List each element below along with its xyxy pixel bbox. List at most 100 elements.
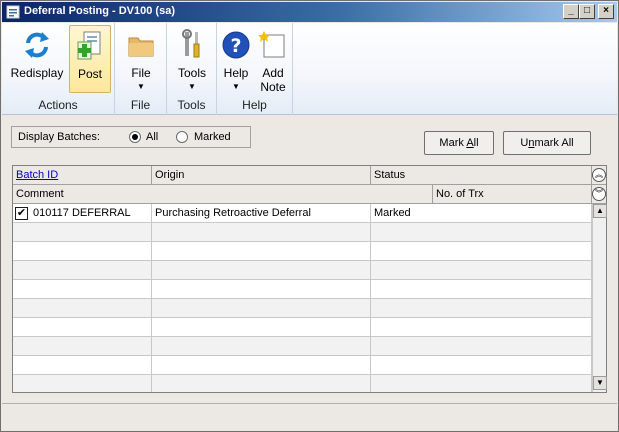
tools-menu-button[interactable]: Tools ▼ xyxy=(170,25,214,93)
batch-id-value: 010117 DEFERRAL xyxy=(33,207,131,219)
table-row-empty[interactable] xyxy=(13,337,592,356)
empty-cell xyxy=(152,261,371,280)
redisplay-button[interactable]: Redisplay xyxy=(7,25,67,93)
empty-cell xyxy=(371,242,592,261)
grid-header-row-2: Comment No. of Trx ︾ xyxy=(13,185,606,204)
scroll-up-icon[interactable]: ▲ xyxy=(593,204,607,218)
empty-cell xyxy=(152,242,371,261)
empty-cell xyxy=(371,280,592,299)
empty-cell xyxy=(152,299,371,318)
table-row-empty[interactable] xyxy=(13,223,592,242)
table-row-empty[interactable] xyxy=(13,299,592,318)
mark-all-text: Mark xyxy=(439,137,467,149)
add-note-button[interactable]: Add Note xyxy=(255,25,291,94)
ribbon-group-help: ? Help ▼ Add Note Help xyxy=(217,23,293,115)
add-note-label: Add Note xyxy=(255,66,291,94)
ribbon-group-file: File ▼ File xyxy=(115,23,167,115)
empty-cell xyxy=(13,375,152,392)
table-row-empty[interactable] xyxy=(13,356,592,375)
add-note-icon xyxy=(258,31,285,58)
window-app-icon xyxy=(6,5,20,19)
empty-cell xyxy=(152,337,371,356)
cell-status: Marked xyxy=(371,204,592,223)
grid-rows: ✔ 010117 DEFERRAL Purchasing Retroactive… xyxy=(13,204,592,392)
collapse-rows-icon[interactable]: ︽ xyxy=(592,168,606,182)
display-batches-group: Display Batches: All Marked xyxy=(11,126,251,148)
radio-marked[interactable] xyxy=(176,131,188,143)
ribbon: Redisplay Post Actions File ▼ File Tools… xyxy=(2,23,617,115)
ribbon-group-label-help: Help xyxy=(242,98,267,112)
table-row-empty[interactable] xyxy=(13,318,592,337)
expand-rows-icon[interactable]: ︾ xyxy=(592,187,606,201)
table-row-empty[interactable] xyxy=(13,280,592,299)
cell-batch-id[interactable]: ✔ 010117 DEFERRAL xyxy=(13,204,152,223)
scroll-down-icon[interactable]: ▼ xyxy=(593,376,607,390)
radio-all-label[interactable]: All xyxy=(146,131,158,143)
mark-all-button[interactable]: Mark All xyxy=(424,131,494,155)
redisplay-label: Redisplay xyxy=(10,66,64,80)
svg-text:?: ? xyxy=(230,35,241,57)
chevron-down-icon: ▼ xyxy=(137,82,145,91)
empty-cell xyxy=(371,356,592,375)
column-header-status: Status xyxy=(371,166,592,185)
file-menu-button[interactable]: File ▼ xyxy=(119,25,163,93)
ribbon-group-label-tools: Tools xyxy=(177,98,206,112)
column-header-batch-id[interactable]: Batch ID xyxy=(13,166,152,185)
tools-label: Tools xyxy=(177,66,206,80)
empty-cell xyxy=(371,375,592,392)
empty-cell xyxy=(371,223,592,242)
chevron-down-icon: ▼ xyxy=(188,82,196,91)
empty-cell xyxy=(152,356,371,375)
ribbon-group-tools: Tools ▼ Tools xyxy=(167,23,217,115)
empty-cell xyxy=(371,261,592,280)
post-label: Post xyxy=(77,67,102,81)
empty-cell xyxy=(13,242,152,261)
empty-cell xyxy=(152,375,371,392)
table-row-empty[interactable] xyxy=(13,261,592,280)
help-label: Help xyxy=(223,66,249,80)
window-title: Deferral Posting - DV100 (sa) xyxy=(24,5,175,17)
grid-vertical-scrollbar[interactable]: ▲ ▼ xyxy=(592,204,607,392)
post-button[interactable]: Post xyxy=(69,25,111,93)
deferral-posting-window: Deferral Posting - DV100 (sa) _ □ × Redi… xyxy=(0,0,619,432)
empty-cell xyxy=(13,223,152,242)
table-row[interactable]: ✔ 010117 DEFERRAL Purchasing Retroactive… xyxy=(13,204,592,223)
minimize-button[interactable]: _ xyxy=(563,4,579,19)
table-row-empty[interactable] xyxy=(13,375,592,392)
row-mark-checkbox[interactable]: ✔ xyxy=(15,207,28,220)
unmark-all-button[interactable]: Unmark All xyxy=(503,131,591,155)
unmark-all-text-end: mark All xyxy=(534,137,574,149)
close-button[interactable]: × xyxy=(598,4,614,19)
add-note-label-line2: Note xyxy=(260,80,286,94)
empty-cell xyxy=(371,318,592,337)
status-bar xyxy=(2,403,617,430)
file-label: File xyxy=(131,66,151,80)
column-header-no-of-trx: No. of Trx xyxy=(433,185,592,204)
radio-all[interactable] xyxy=(129,131,141,143)
radio-marked-label[interactable]: Marked xyxy=(194,131,231,143)
empty-cell xyxy=(152,318,371,337)
redisplay-icon xyxy=(25,32,49,58)
empty-cell xyxy=(13,356,152,375)
mark-all-text-end: ll xyxy=(473,137,479,149)
help-icon: ? xyxy=(222,31,250,59)
maximize-button[interactable]: □ xyxy=(579,4,595,19)
folder-icon xyxy=(128,37,154,57)
tools-icon xyxy=(182,29,200,58)
grid-header-row-1: Batch ID Origin Status ︽ xyxy=(13,166,606,185)
empty-cell xyxy=(13,318,152,337)
column-header-origin: Origin xyxy=(152,166,371,185)
column-header-comment: Comment xyxy=(13,185,433,204)
empty-cell xyxy=(13,299,152,318)
empty-cell xyxy=(13,337,152,356)
mark-all-mnemonic: A xyxy=(466,137,474,149)
ribbon-group-actions: Redisplay Post Actions xyxy=(2,23,115,115)
cell-origin: Purchasing Retroactive Deferral xyxy=(152,204,371,223)
add-note-label-line1: Add xyxy=(262,66,284,80)
title-bar[interactable]: Deferral Posting - DV100 (sa) _ □ × xyxy=(2,2,617,22)
empty-cell xyxy=(13,261,152,280)
help-menu-button[interactable]: ? Help ▼ xyxy=(219,25,253,93)
chevron-down-icon: ▼ xyxy=(232,82,240,91)
table-row-empty[interactable] xyxy=(13,242,592,261)
ribbon-group-label-file: File xyxy=(130,98,151,112)
